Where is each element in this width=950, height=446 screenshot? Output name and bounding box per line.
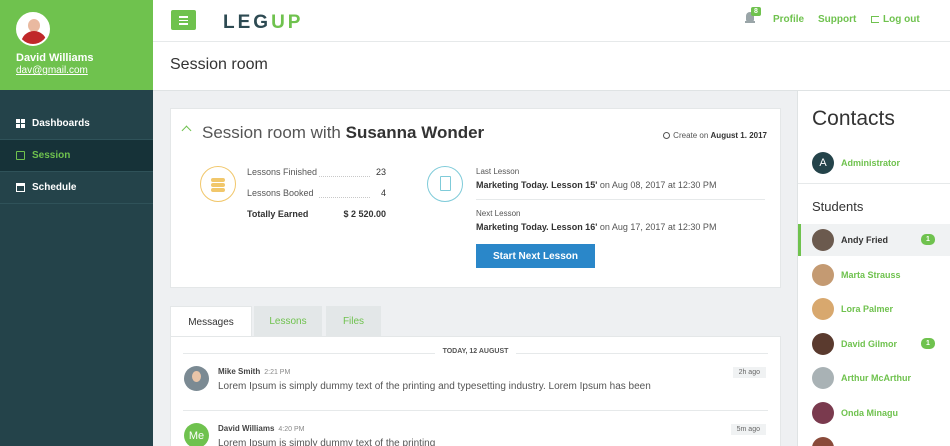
stat-total-earned: Totally Earned $ 2 520.00 <box>247 209 386 219</box>
sidebar: David Williams dav@gmail.com Dashboards … <box>0 0 153 446</box>
message-author: Mike Smith 2:21 PM <box>218 367 291 376</box>
message-age: 5m ago <box>730 424 766 435</box>
notification-badge: 8 <box>751 7 761 16</box>
sidebar-item-label: Session <box>32 150 71 161</box>
student-item[interactable]: Lora Palmer <box>798 293 950 325</box>
sidebar-item-dashboards[interactable]: Dashboards <box>0 108 153 140</box>
logout-icon <box>871 16 879 23</box>
student-item[interactable]: Arthur McArthur <box>798 362 950 394</box>
day-separator: TODAY, 12 AUGUST <box>171 348 780 355</box>
contact-admin[interactable]: Administrator <box>841 158 900 168</box>
logo[interactable]: LEGUP <box>223 12 303 34</box>
avatar <box>812 436 834 446</box>
avatar <box>812 263 834 286</box>
message-author: David Williams 4:20 PM <box>218 424 305 433</box>
avatar[interactable] <box>16 12 50 46</box>
sidebar-item-label: Schedule <box>32 182 77 193</box>
avatar[interactable]: A <box>812 152 834 174</box>
next-lesson-value: Marketing Today. Lesson 16' on Aug 17, 2… <box>476 222 717 232</box>
page-header: Session room <box>153 41 950 91</box>
user-email[interactable]: dav@gmail.com <box>16 65 153 76</box>
next-lesson-label: Next Lesson <box>476 209 521 218</box>
created-date: Create on August 1. 2017 <box>663 131 767 140</box>
student-name: Arthur McArthur <box>841 373 911 384</box>
coins-icon <box>200 166 236 202</box>
avatar <box>812 298 834 321</box>
profile-link[interactable]: Profile <box>773 14 804 25</box>
avatar <box>812 332 834 355</box>
user-name: David Williams <box>16 52 94 64</box>
stat-lessons-booked: Lessons Booked 4 <box>247 188 386 198</box>
sidebar-item-session[interactable]: Session <box>0 140 153 172</box>
avatar <box>812 402 834 424</box>
support-link[interactable]: Support <box>818 14 856 25</box>
sidebar-item-schedule[interactable]: Schedule <box>0 172 153 204</box>
tab-files[interactable]: Files <box>326 306 381 336</box>
grid-icon <box>16 119 25 128</box>
lesson-icon <box>427 166 463 202</box>
session-card: Session room with Susanna Wonder Create … <box>170 108 781 288</box>
unread-badge: 1 <box>921 234 935 245</box>
menu-button[interactable] <box>171 10 196 30</box>
calendar-icon <box>16 183 25 192</box>
avatar <box>812 367 834 390</box>
top-bar: LEGUP 8 Profile Support Log out <box>153 0 950 41</box>
stat-lessons-finished: Lessons Finished 23 <box>247 167 386 177</box>
avatar[interactable] <box>184 366 209 391</box>
message-text: Lorem Ipsum is simply dummy text of the … <box>218 438 436 446</box>
student-item[interactable] <box>798 432 950 446</box>
avatar[interactable]: Me <box>184 423 209 446</box>
messages-panel: TODAY, 12 AUGUST Mike Smith 2:21 PM Lorem… <box>170 336 781 446</box>
student-name: Lora Palmer <box>841 304 894 315</box>
students-title: Students <box>812 199 864 214</box>
last-lesson-value: Marketing Today. Lesson 15' on Aug 08, 2… <box>476 180 717 190</box>
clock-icon <box>663 132 671 139</box>
student-name: Andy Fried <box>841 235 889 245</box>
sidebar-item-label: Dashboards <box>32 118 90 129</box>
student-name: David Gilmor <box>841 338 898 349</box>
student-name: Onda Minagu <box>841 408 898 418</box>
page-title: Session room <box>170 56 268 73</box>
tab-lessons[interactable]: Lessons <box>254 306 322 336</box>
session-title: Session room with Susanna Wonder <box>202 123 485 142</box>
contacts-title: Contacts <box>812 107 895 130</box>
message-age: 2h ago <box>732 367 766 378</box>
user-profile: David Williams dav@gmail.com <box>0 0 153 90</box>
tab-messages[interactable]: Messages <box>170 306 252 337</box>
student-item[interactable]: Andy Fried 1 <box>798 224 950 256</box>
last-lesson-label: Last Lesson <box>476 167 520 176</box>
chevron-up-icon[interactable] <box>181 125 192 136</box>
student-item[interactable]: Marta Strauss <box>798 259 950 291</box>
message-text: Lorem Ipsum is simply dummy text of the … <box>218 381 651 392</box>
start-next-lesson-button[interactable]: Start Next Lesson <box>476 244 595 268</box>
logout-link[interactable]: Log out <box>871 14 920 25</box>
student-name: Marta Strauss <box>841 269 901 280</box>
contacts-panel: Contacts A Administrator Students Andy F… <box>797 91 950 446</box>
unread-badge: 1 <box>921 337 935 349</box>
student-item[interactable]: Onda Minagu <box>798 397 950 429</box>
copy-icon <box>16 151 25 160</box>
student-item[interactable]: David Gilmor 1 <box>798 328 950 360</box>
avatar <box>812 229 834 251</box>
